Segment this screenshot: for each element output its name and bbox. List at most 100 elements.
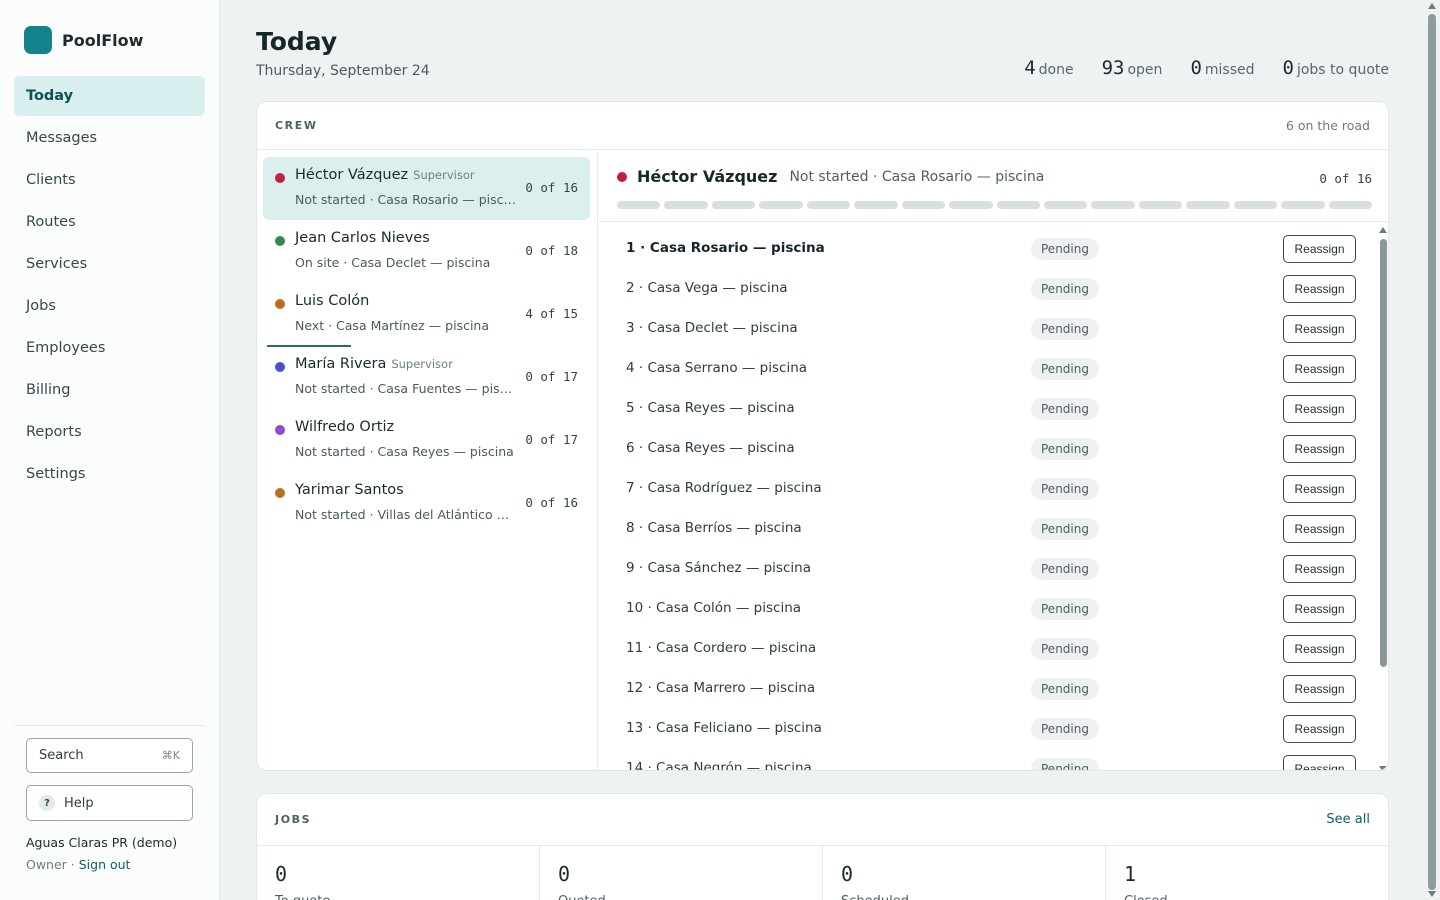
crew-status: Not started · Casa Rosario — piscina	[295, 192, 517, 207]
stop-row[interactable]: 6 · Casa Reyes — piscina Pending Reassign	[599, 429, 1379, 469]
crew-member[interactable]: Yarimar Santos Not started · Villas del A…	[263, 472, 590, 535]
sidebar-item-jobs[interactable]: Jobs	[14, 286, 205, 326]
status-badge: Pending	[1031, 438, 1099, 460]
job-label: Quoted	[558, 894, 804, 900]
crew-member[interactable]: María Rivera Supervisor Not started · Casa…	[263, 346, 590, 409]
crew-status: Not started · Casa Reyes — piscina	[295, 444, 514, 459]
stop-row[interactable]: 1 · Casa Rosario — piscina Pending Reassig…	[599, 229, 1379, 269]
sidebar-nav: Today Messages Clients Routes Services Jobs Em…	[14, 76, 205, 496]
reassign-button[interactable]: Reassign	[1283, 235, 1356, 263]
reassign-button[interactable]: Reassign	[1283, 595, 1356, 623]
progress-segment	[1043, 201, 1088, 209]
status-badge: Pending	[1031, 478, 1099, 500]
crew-name: Jean Carlos Nieves	[295, 230, 430, 246]
status-badge: Pending	[1031, 358, 1099, 380]
page-scroll-thumb[interactable]	[1428, 14, 1436, 890]
page-scroll-up-icon[interactable]	[1428, 3, 1436, 9]
sidebar-item-today[interactable]: Today	[14, 76, 205, 116]
sidebar-item-settings[interactable]: Settings	[14, 454, 205, 494]
crew-name: Luis Colón	[295, 293, 369, 309]
crew-card-header: CREW 6 on the road	[257, 102, 1388, 150]
brand-name: PoolFlow	[62, 30, 144, 50]
crew-role: Supervisor	[391, 357, 453, 371]
page-scrollbar[interactable]	[1426, 0, 1438, 900]
stop-row[interactable]: 11 · Casa Cordero — piscina Pending Reassi…	[599, 629, 1379, 669]
reassign-button[interactable]: Reassign	[1283, 555, 1356, 583]
sidebar-item-messages[interactable]: Messages	[14, 118, 205, 158]
reassign-button[interactable]: Reassign	[1283, 315, 1356, 343]
stop-row[interactable]: 9 · Casa Sánchez — piscina Pending Reassig…	[599, 549, 1379, 589]
jobs-card-header: JOBS See all	[257, 794, 1388, 846]
org-role: Owner · Sign out	[26, 857, 130, 872]
crew-member[interactable]: Wilfredo Ortiz Not started · Casa Reyes —…	[263, 409, 590, 472]
stop-name: 9 · Casa Sánchez — piscina	[626, 560, 811, 576]
brand[interactable]: PoolFlow	[24, 26, 143, 54]
crew-status-dot	[275, 173, 285, 183]
crew-on-road: 6 on the road	[1285, 118, 1370, 133]
crew-status-dot	[275, 488, 285, 498]
stat-item: 0 missed	[1190, 57, 1254, 79]
crew-member[interactable]: Luis Colón Next · Casa Martínez — piscina…	[263, 283, 590, 346]
reassign-button[interactable]: Reassign	[1283, 515, 1356, 543]
crew-name: María Rivera Supervisor	[295, 356, 453, 372]
stop-row[interactable]: 4 · Casa Serrano — piscina Pending Reassig…	[599, 349, 1379, 389]
job-stat[interactable]: 1 Closed	[1106, 846, 1388, 900]
progress-segment	[711, 201, 756, 209]
stop-row[interactable]: 13 · Casa Feliciano — piscina Pending Reas…	[599, 709, 1379, 749]
search-button[interactable]: Search ⌘K	[26, 738, 193, 773]
progress-segment	[664, 201, 708, 209]
scroll-thumb[interactable]	[1380, 239, 1387, 667]
reassign-button[interactable]: Reassign	[1283, 275, 1356, 303]
crew-member[interactable]: Jean Carlos Nieves On site · Casa Declet …	[263, 220, 590, 283]
stop-list[interactable]: 1 · Casa Rosario — piscina Pending Reassig…	[599, 222, 1379, 770]
crew-detail: Héctor Vázquez Not started · Casa Rosari…	[599, 151, 1388, 770]
page-date: Thursday, September 24	[256, 63, 430, 79]
reassign-button[interactable]: Reassign	[1283, 435, 1356, 463]
sidebar-item-billing[interactable]: Billing	[14, 370, 205, 410]
search-label: Search	[39, 748, 84, 763]
sidebar-item-clients[interactable]: Clients	[14, 160, 205, 200]
stop-row[interactable]: 3 · Casa Declet — piscina Pending Reassign	[599, 309, 1379, 349]
job-stat[interactable]: 0 Scheduled	[823, 846, 1106, 900]
reassign-button[interactable]: Reassign	[1283, 715, 1356, 743]
scroll-up-arrow-icon[interactable]	[1379, 227, 1387, 233]
stat-label: missed	[1204, 62, 1255, 78]
jobs-summary: 0 To quote 0 Quoted 0 Scheduled 1 Closed	[257, 846, 1388, 900]
job-stat[interactable]: 0 To quote	[257, 846, 540, 900]
sidebar-item-reports[interactable]: Reports	[14, 412, 205, 452]
reassign-button[interactable]: Reassign	[1283, 395, 1356, 423]
stop-row[interactable]: 8 · Casa Berríos — piscina Pending Reassig…	[599, 509, 1379, 549]
reassign-button[interactable]: Reassign	[1283, 755, 1356, 770]
stat-value: 4	[1024, 57, 1036, 79]
help-button[interactable]: ? Help	[26, 785, 193, 821]
see-all-link[interactable]: See all	[1326, 812, 1370, 827]
crew-list: Héctor Vázquez Supervisor Not started · Ca…	[257, 151, 598, 770]
stop-row[interactable]: 12 · Casa Marrero — piscina Pending Reassi…	[599, 669, 1379, 709]
stop-row[interactable]: 7 · Casa Rodríguez — piscina Pending Reass…	[599, 469, 1379, 509]
stop-list-scrollbar[interactable]	[1379, 227, 1387, 770]
search-shortcut: ⌘K	[161, 749, 180, 762]
crew-name-text: Jean Carlos Nieves	[295, 230, 430, 246]
crew-status-dot	[275, 425, 285, 435]
reassign-button[interactable]: Reassign	[1283, 675, 1356, 703]
reassign-button[interactable]: Reassign	[1283, 475, 1356, 503]
sidebar-item-services[interactable]: Services	[14, 244, 205, 284]
crew-name-text: Luis Colón	[295, 293, 370, 309]
sidebar-item-routes[interactable]: Routes	[14, 202, 205, 242]
page-scroll-down-icon[interactable]	[1428, 891, 1436, 897]
crew-member[interactable]: Héctor Vázquez Supervisor Not started · Ca…	[263, 157, 590, 220]
sidebar-item-employees[interactable]: Employees	[14, 328, 205, 368]
detail-count: 0 of 16	[1319, 171, 1372, 186]
crew-name-text: Yarimar Santos	[295, 482, 404, 498]
stop-row[interactable]: 10 · Casa Colón — piscina Pending Reassign	[599, 589, 1379, 629]
sign-out-link[interactable]: Sign out	[79, 857, 131, 872]
scroll-down-arrow-icon[interactable]	[1379, 766, 1387, 770]
stop-row[interactable]: 2 · Casa Vega — piscina Pending Reassign	[599, 269, 1379, 309]
reassign-button[interactable]: Reassign	[1283, 635, 1356, 663]
reassign-button[interactable]: Reassign	[1283, 355, 1356, 383]
crew-name: Héctor Vázquez Supervisor	[295, 167, 475, 183]
stop-row[interactable]: 14 · Casa Negrón — piscina Pending Reassig…	[599, 749, 1379, 770]
job-stat[interactable]: 0 Quoted	[540, 846, 823, 900]
stop-row[interactable]: 5 · Casa Reyes — piscina Pending Reassign	[599, 389, 1379, 429]
detail-header: Héctor Vázquez Not started · Casa Rosari…	[617, 167, 1044, 186]
